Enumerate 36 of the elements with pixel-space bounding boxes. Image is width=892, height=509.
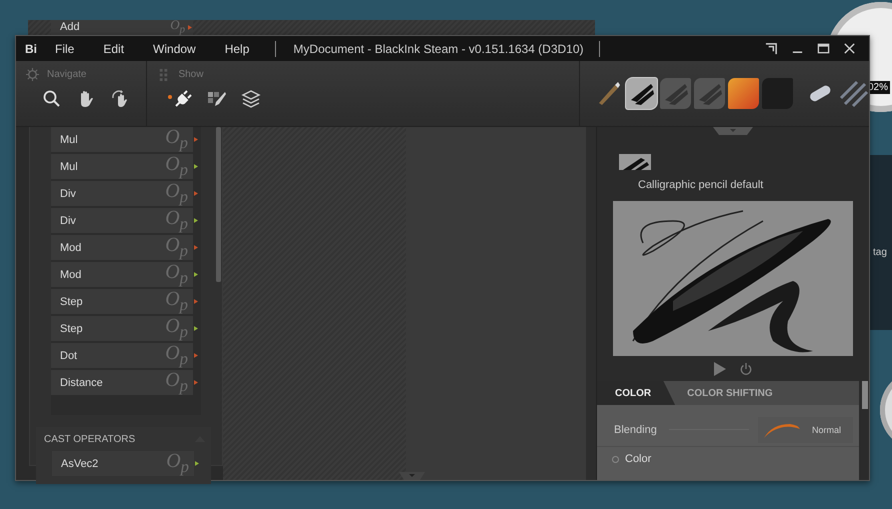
blending-dropdown[interactable]: Normal: [758, 416, 853, 442]
menu-item[interactable]: Edit: [103, 42, 124, 56]
power-icon[interactable]: [740, 362, 752, 376]
hatching-brush-preset[interactable]: [838, 78, 869, 109]
scrollbar[interactable]: [216, 127, 221, 282]
group-label: Navigate: [47, 68, 86, 80]
brush-thumbnail: [619, 154, 651, 170]
menu-item[interactable]: Window: [153, 42, 196, 56]
hatching-icon: [838, 78, 868, 108]
plug-icon: [173, 89, 194, 109]
layers-icon: [241, 89, 262, 109]
gear-icon: [26, 68, 39, 80]
search-icon: [42, 89, 62, 109]
play-icon[interactable]: [714, 362, 726, 376]
collapse-tab-icon[interactable]: [713, 127, 753, 135]
option-label: Color: [625, 453, 652, 465]
close-icon[interactable]: [843, 42, 856, 55]
radio-button[interactable]: [612, 456, 619, 462]
app-logo: Bi: [25, 42, 37, 56]
menu-item[interactable]: Help: [224, 42, 250, 56]
corner-icon[interactable]: [765, 42, 778, 55]
menu-item[interactable]: File: [55, 42, 74, 56]
setting-label: Blending: [614, 424, 657, 436]
scrollbar[interactable]: [862, 381, 868, 409]
tab[interactable]: COLOR SHIFTING: [675, 381, 785, 405]
brush-name: Calligraphic pencil default: [638, 179, 764, 191]
window-title: MyDocument - BlackInk Steam - v0.151.1634 (D3D10): [293, 42, 584, 56]
rotate-hand-icon: [110, 89, 130, 109]
section-title: CAST OPERATORS: [44, 434, 136, 444]
brush-icon: [207, 89, 228, 109]
maximize-icon[interactable]: [817, 42, 830, 55]
tab[interactable]: COLOR: [597, 381, 676, 405]
calligraphic-brush-preset[interactable]: [626, 78, 657, 109]
paint-brush-preset[interactable]: [728, 78, 759, 109]
widget-label: tag: [873, 247, 887, 258]
group-label: Show: [178, 68, 204, 80]
